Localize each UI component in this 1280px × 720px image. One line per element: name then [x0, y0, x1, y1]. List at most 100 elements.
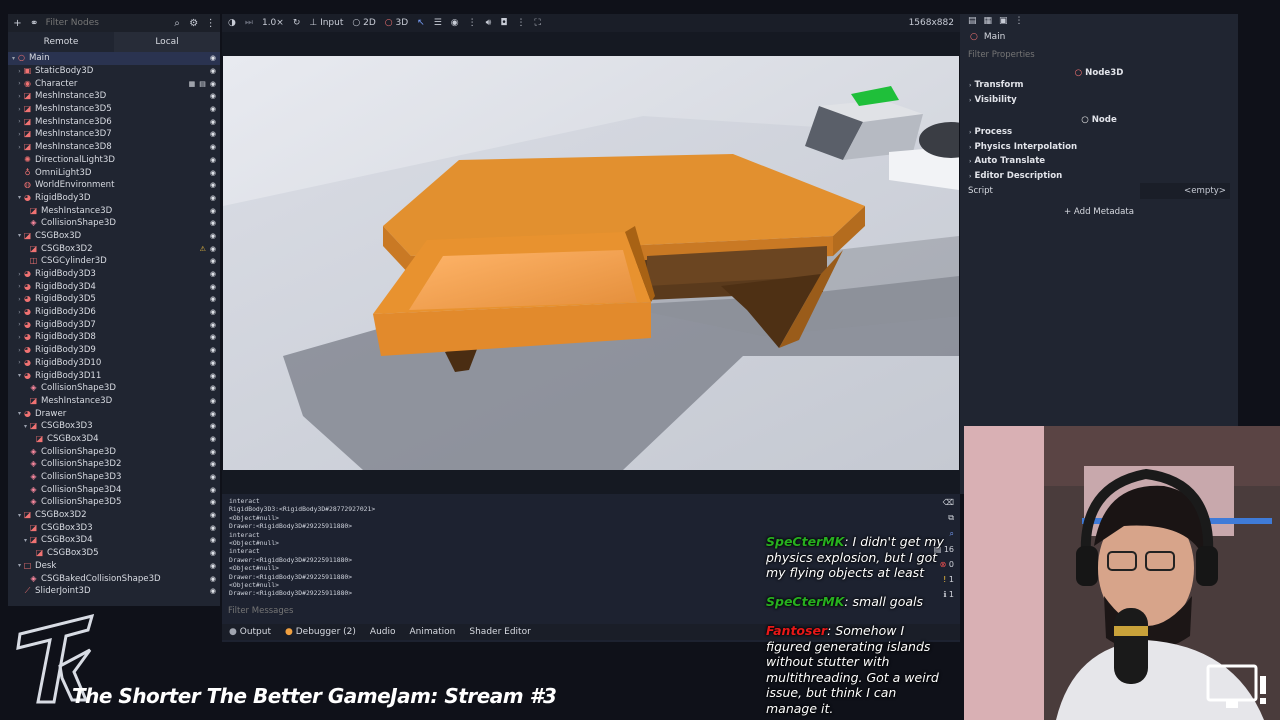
collapse-arrow-icon[interactable]: ▾ [16, 562, 23, 569]
visibility-eye-icon[interactable]: ◉ [210, 536, 216, 544]
scene-tree-row[interactable]: › ◪ MeshInstance3D6 ◉ [8, 115, 220, 128]
scene-tree-row[interactable]: › ◪ MeshInstance3D8 ◉ [8, 141, 220, 154]
warning-icon[interactable]: ⚠ [200, 245, 206, 253]
expand-arrow-icon[interactable]: › [16, 80, 23, 87]
scene-tree-row[interactable]: › ◉ Character ▦ ▤ ◉ [8, 77, 220, 90]
visibility-eye-icon[interactable]: ◉ [210, 143, 216, 151]
mode-2d-toggle[interactable]: ○ 2D [352, 18, 375, 28]
scene-tree-row[interactable]: ▾ ◕ Drawer ◉ [8, 407, 220, 420]
scene-tree-row[interactable]: › ◪ MeshInstance3D ◉ [8, 90, 220, 103]
visibility-eye-icon[interactable]: ◉ [210, 346, 216, 354]
scene-tree-row[interactable]: › ◪ MeshInstance3D5 ◉ [8, 103, 220, 116]
visibility-eye-icon[interactable]: ◉ [210, 575, 216, 583]
visibility-eye-icon[interactable]: ◉ [210, 283, 216, 291]
visibility-eye-icon[interactable]: ◉ [210, 435, 216, 443]
warnings-count[interactable]: ! 1 [943, 575, 954, 584]
clear-log-icon[interactable]: ⌫ [943, 498, 954, 507]
expand-arrow-icon[interactable]: › [16, 334, 23, 341]
input-toggle[interactable]: ⊥ Input [309, 18, 343, 28]
audio-icon[interactable]: 🔊︎ [486, 18, 492, 28]
collapse-arrow-icon[interactable]: ▾ [16, 372, 23, 379]
camera-icon[interactable]: ◘ [500, 18, 507, 28]
list-select-icon[interactable]: ☰ [434, 18, 442, 28]
visibility-eye-icon[interactable]: ◉ [210, 181, 216, 189]
link-icon[interactable]: ⚭ [29, 18, 40, 29]
scene-tree-row[interactable]: ◈ CollisionShape3D ◉ [8, 382, 220, 395]
scene-tree-row[interactable]: ◪ MeshInstance3D ◉ [8, 204, 220, 217]
visibility-eye-icon[interactable]: ◉ [210, 448, 216, 456]
collapse-arrow-icon[interactable]: ▾ [22, 537, 29, 544]
visibility-eye-icon[interactable]: ◉ [210, 169, 216, 177]
visibility-eye-icon[interactable]: ◉ [210, 308, 216, 316]
scene-tree-row[interactable]: ◈ CollisionShape3D3 ◉ [8, 471, 220, 484]
visibility-eye-icon[interactable]: ◉ [210, 105, 216, 113]
copy-icon[interactable]: ⧉ [948, 513, 954, 523]
scene-tree-row[interactable]: › ◕ RigidBody3D9 ◉ [8, 344, 220, 357]
tab-debugger[interactable]: ● Debugger (2) [285, 627, 356, 637]
scene-tree-row[interactable]: ◈ CollisionShape3D4 ◉ [8, 483, 220, 496]
scene-tree-row[interactable]: ◈ CollisionShape3D5 ◉ [8, 496, 220, 509]
open-icon[interactable]: ▦ [984, 16, 993, 26]
speed-label[interactable]: 1.0× [262, 18, 284, 28]
scene-tree-row[interactable]: ◪ CSGBox3D2 ⚠ ◉ [8, 242, 220, 255]
visibility-eye-icon[interactable]: ◉ [210, 587, 216, 595]
script-icon[interactable]: ⚙ [188, 18, 199, 29]
scene-tree-row[interactable]: ◪ CSGBox3D5 ◉ [8, 547, 220, 560]
game-viewport[interactable] [223, 56, 959, 470]
add-node-icon[interactable]: + [12, 18, 23, 29]
scene-tree-row[interactable]: › ◕ RigidBody3D4 ◉ [8, 280, 220, 293]
eye-icon[interactable]: ◉ [451, 18, 459, 28]
tab-audio[interactable]: Audio [370, 627, 396, 637]
select-icon[interactable]: ↖ [417, 18, 425, 28]
expand-arrow-icon[interactable]: › [16, 93, 23, 100]
collapse-arrow-icon[interactable]: ▾ [10, 55, 17, 62]
expand-arrow-icon[interactable]: › [16, 347, 23, 354]
scene-tree-row[interactable]: ▾ □ Desk ◉ [8, 560, 220, 573]
script-icon[interactable]: ▤ [199, 80, 206, 88]
inspector-section[interactable]: › Editor Description [960, 169, 1238, 184]
add-metadata-button[interactable]: + Add Metadata [960, 207, 1238, 217]
visibility-eye-icon[interactable]: ◉ [210, 372, 216, 380]
scene-tree-row[interactable]: ▾ ◪ CSGBox3D ◉ [8, 230, 220, 243]
scene-tree-row[interactable]: ✺ DirectionalLight3D ◉ [8, 154, 220, 167]
expand-arrow-icon[interactable]: › [16, 144, 23, 151]
scene-instance-icon[interactable]: ▦ [189, 80, 196, 88]
visibility-eye-icon[interactable]: ◉ [210, 257, 216, 265]
scene-tree-row[interactable]: ▾ ◪ CSGBox3D3 ◉ [8, 420, 220, 433]
scene-tree-row[interactable]: ▾ ◪ CSGBox3D4 ◉ [8, 534, 220, 547]
scene-tree-row[interactable]: › ◕ RigidBody3D5 ◉ [8, 293, 220, 306]
expand-arrow-icon[interactable]: › [16, 296, 23, 303]
visibility-eye-icon[interactable]: ◉ [210, 524, 216, 532]
visibility-eye-icon[interactable]: ◉ [210, 194, 216, 202]
tab-remote[interactable]: Remote [8, 32, 114, 52]
scene-tree-row[interactable]: ⟋ SliderJoint3D ◉ [8, 585, 220, 598]
save-icon[interactable]: ▣ [999, 16, 1008, 26]
visibility-eye-icon[interactable]: ◉ [210, 295, 216, 303]
visibility-eye-icon[interactable]: ◉ [210, 219, 216, 227]
tab-local[interactable]: Local [114, 32, 220, 52]
fullscreen-icon[interactable]: ⛶ [534, 18, 540, 28]
scene-tree-row[interactable]: ▾ ◪ CSGBox3D2 ◉ [8, 509, 220, 522]
visibility-eye-icon[interactable]: ◉ [210, 549, 216, 557]
collapse-arrow-icon[interactable]: ▾ [22, 423, 29, 430]
expand-arrow-icon[interactable]: › [16, 359, 23, 366]
visibility-eye-icon[interactable]: ◉ [210, 156, 216, 164]
scene-tree-row[interactable]: ▾ ◕ RigidBody3D11 ◉ [8, 369, 220, 382]
scene-tree-row[interactable]: ◪ CSGBox3D3 ◉ [8, 521, 220, 534]
scene-tree-row[interactable]: ◈ CollisionShape3D ◉ [8, 217, 220, 230]
visibility-eye-icon[interactable]: ◉ [210, 410, 216, 418]
visibility-eye-icon[interactable]: ◉ [210, 397, 216, 405]
visibility-eye-icon[interactable]: ◉ [210, 486, 216, 494]
inspected-node[interactable]: ○ Main [960, 28, 1238, 46]
new-resource-icon[interactable]: ▤ [968, 16, 977, 26]
expand-arrow-icon[interactable]: › [16, 271, 23, 278]
visibility-eye-icon[interactable]: ◉ [210, 67, 216, 75]
scene-tree-row[interactable]: › ◪ MeshInstance3D7 ◉ [8, 128, 220, 141]
inspector-section[interactable]: › Visibility [960, 93, 1238, 108]
visibility-eye-icon[interactable]: ◉ [210, 333, 216, 341]
scene-tree-row[interactable]: ▾ ◕ RigidBody3D ◉ [8, 192, 220, 205]
visibility-eye-icon[interactable]: ◉ [210, 422, 216, 430]
scene-tree-row[interactable]: ◈ CollisionShape3D ◉ [8, 445, 220, 458]
more-icon[interactable]: ⋮ [205, 18, 216, 29]
visibility-eye-icon[interactable]: ◉ [210, 118, 216, 126]
